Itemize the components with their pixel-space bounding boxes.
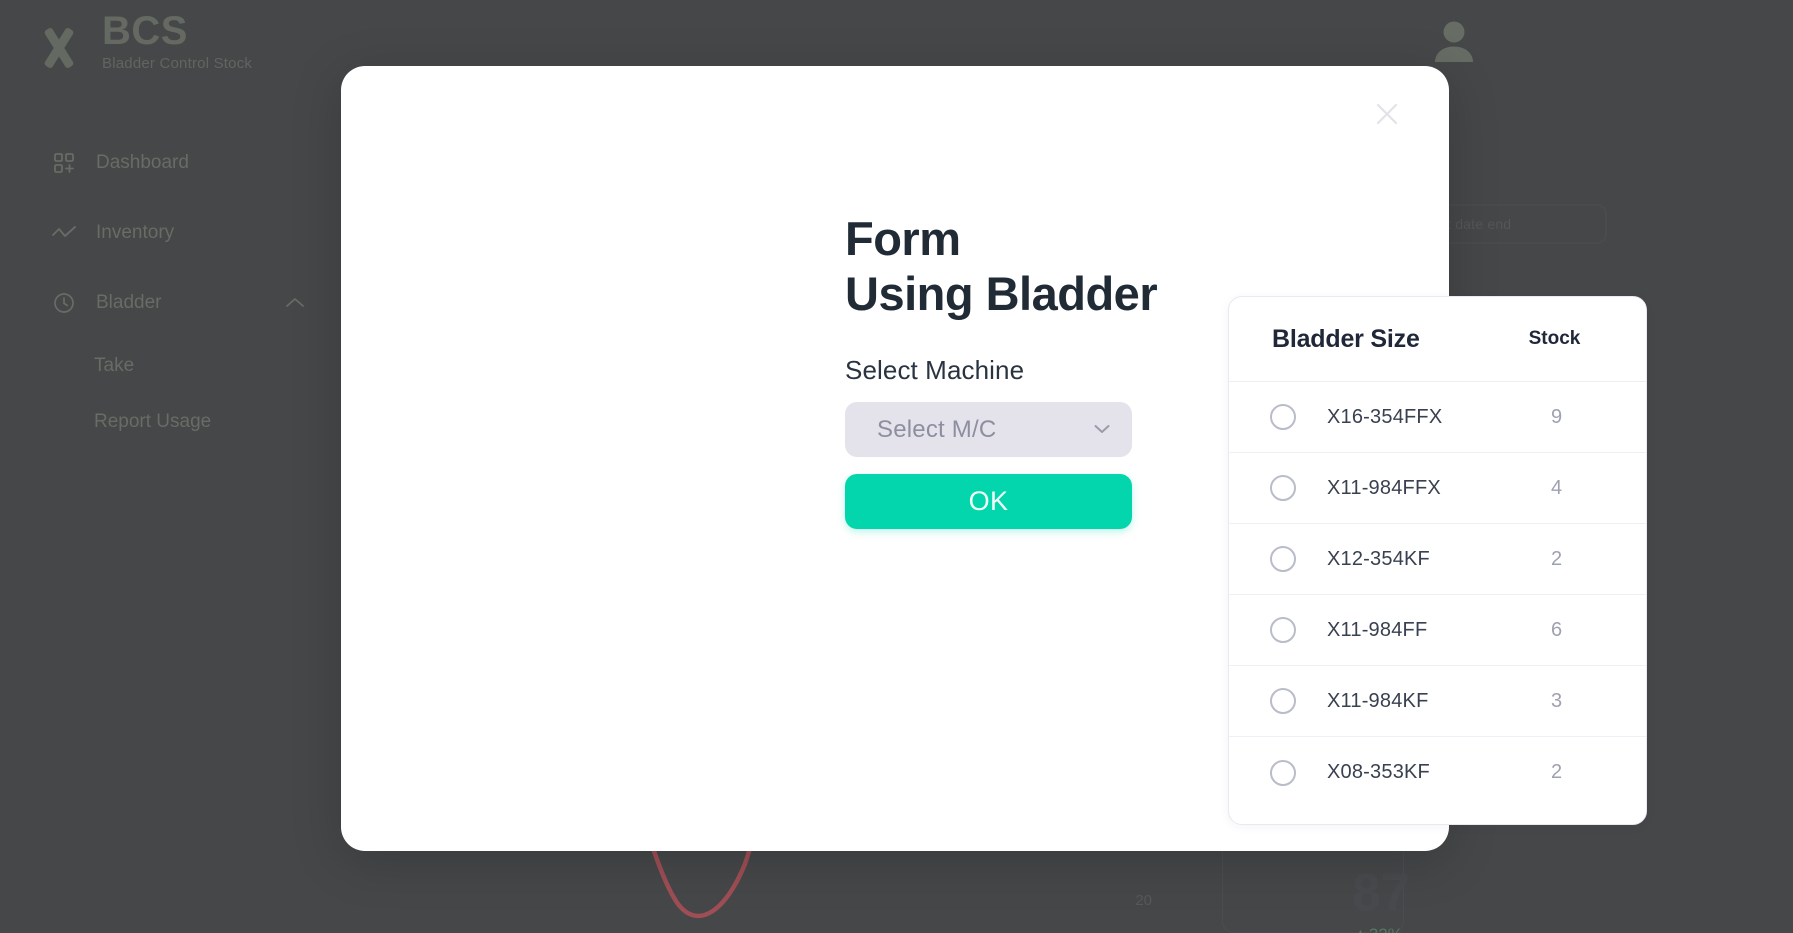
radio-unchecked-icon[interactable]: [1270, 688, 1296, 714]
column-header-stock: Stock: [1528, 328, 1581, 349]
cell-bladder-size: X08-353KF: [1327, 761, 1430, 783]
cell-bladder-size: X16-354FFX: [1327, 405, 1443, 428]
ok-button[interactable]: OK: [845, 474, 1132, 530]
table-row[interactable]: X16-354FFX 9: [1229, 382, 1646, 453]
radio-unchecked-icon[interactable]: [1270, 475, 1296, 501]
app-root: BCS Bladder Control Stock Dashboard Inve…: [0, 0, 1793, 933]
machine-select[interactable]: Select M/C: [845, 402, 1132, 458]
cell-stock: 9: [1550, 405, 1563, 428]
table-row[interactable]: X11-984FF 6: [1229, 595, 1646, 666]
cell-stock: 6: [1550, 618, 1563, 641]
cell-bladder-size: X11-984FFX: [1327, 476, 1441, 499]
radio-unchecked-icon[interactable]: [1270, 759, 1296, 786]
radio-unchecked-icon[interactable]: [1270, 404, 1296, 430]
form-column: Form Using Bladder Select Machine Select…: [845, 212, 1225, 530]
table-row[interactable]: X08-353KF 2: [1229, 737, 1646, 808]
chevron-down-icon: [1094, 421, 1110, 439]
form-title-line2: Using Bladder: [845, 266, 1158, 320]
table-header-row: Bladder Size Stock: [1229, 297, 1646, 382]
cell-stock: 4: [1550, 476, 1563, 499]
machine-select-value: Select M/C: [877, 415, 997, 443]
table-row[interactable]: X11-984KF 3: [1229, 666, 1646, 737]
bladder-size-table: Bladder Size Stock X16-354FFX 9 X11-984F…: [1228, 296, 1647, 825]
cell-bladder-size: X11-984KF: [1327, 689, 1429, 712]
cell-stock: 2: [1550, 547, 1563, 570]
column-header-bladder-size: Bladder Size: [1272, 324, 1420, 353]
cell-stock: 3: [1550, 689, 1563, 712]
using-bladder-modal: Form Using Bladder Select Machine Select…: [341, 66, 1647, 851]
cell-bladder-size: X11-984FF: [1327, 618, 1428, 641]
select-machine-label: Select Machine: [845, 355, 1025, 386]
cell-bladder-size: X12-354KF: [1327, 547, 1430, 570]
close-x-icon[interactable]: [1367, 94, 1407, 134]
table-row[interactable]: X12-354KF 2: [1229, 524, 1646, 595]
table-row[interactable]: X11-984FFX 4: [1229, 453, 1646, 524]
radio-unchecked-icon[interactable]: [1270, 617, 1296, 643]
form-title-line1: Form: [845, 212, 961, 265]
cell-stock: 2: [1550, 761, 1563, 783]
radio-unchecked-icon[interactable]: [1270, 546, 1296, 572]
